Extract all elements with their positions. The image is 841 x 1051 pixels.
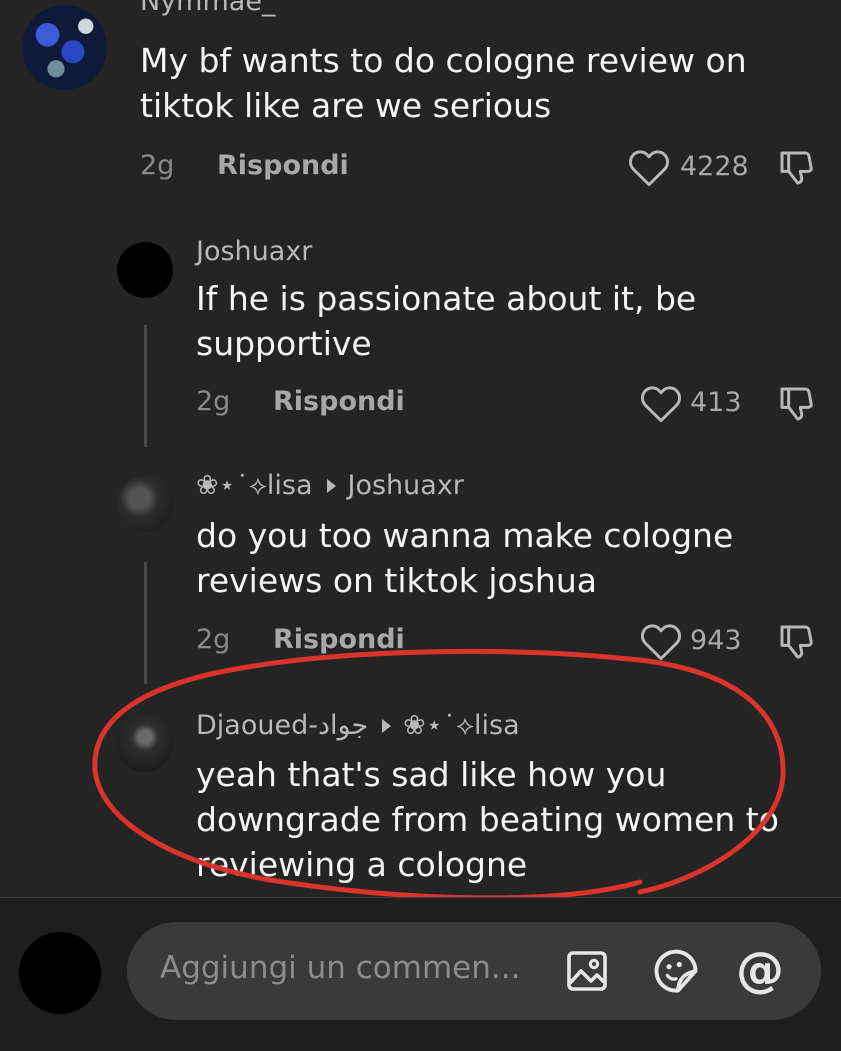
comment-input-placeholder: Aggiungi un commen... [160, 950, 521, 986]
emoji-sticker-icon[interactable] [650, 945, 702, 997]
comment-input[interactable]: Aggiungi un commen... [127, 922, 821, 1020]
at-mention-icon[interactable]: @ [736, 942, 784, 998]
image-icon[interactable] [563, 947, 611, 995]
highlight-circle [92, 648, 786, 901]
my-avatar[interactable] [19, 932, 101, 1014]
